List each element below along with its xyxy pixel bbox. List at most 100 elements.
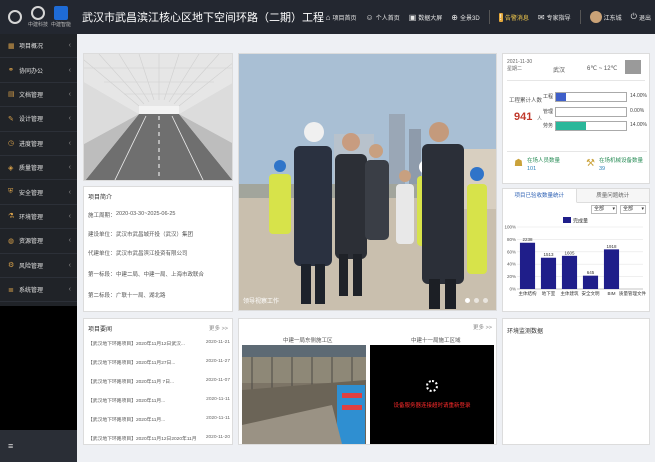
camera-frame	[242, 345, 366, 444]
news-more-link[interactable]: 更多 >>	[209, 324, 228, 332]
sidebar-item-label: 系统管理	[19, 288, 44, 295]
sidebar-toggle[interactable]: ≡	[0, 430, 77, 462]
news-item[interactable]: 【武汉地下环路项目】2020年11月... 2020-11-11	[88, 416, 230, 423]
clock-icon: ◷	[8, 140, 15, 148]
carousel-dot[interactable]	[465, 298, 470, 303]
logo-group: 中建科技 中建智能	[0, 6, 76, 28]
photo-caption: 领导视察工作	[243, 299, 280, 305]
chevron-left-icon: ‹	[68, 115, 71, 123]
sidebar-item-0[interactable]: ▦ 项目概况 ‹	[0, 34, 77, 59]
onsite-workers-stat[interactable]: ☗ 在场人员数量 101	[514, 156, 560, 172]
y-tick-label: 20%	[507, 274, 516, 279]
sidebar-item-8[interactable]: ◍ 资源管理 ‹	[0, 229, 77, 254]
filter-select-1[interactable]: 全部	[591, 205, 617, 214]
chevron-left-icon: ‹	[68, 188, 71, 196]
photo-carousel[interactable]: 领导视察工作	[238, 53, 497, 311]
bar-percent: 0.00%	[630, 108, 645, 114]
workforce-panel: 2021-11-30 星期二 武汉 6℃ ~ 12℃ 工程累计人数 941 人 …	[502, 53, 650, 184]
nav-exit[interactable]: ⏻ 退出	[631, 12, 651, 22]
sidebar-item-1[interactable]: ⚭ 协同办公 ‹	[0, 58, 77, 83]
nav-data-screen[interactable]: ▣ 数据大屏	[409, 13, 443, 22]
x-tick-label: BIM	[607, 291, 615, 296]
news-item[interactable]: 【武汉地下环路项目】2020年11月... 2020-11-11	[88, 397, 230, 404]
bar-value-label: 645	[587, 270, 595, 275]
bim-model-view[interactable]	[83, 53, 233, 181]
nav-panorama[interactable]: ⊕ 全景3D	[451, 13, 479, 22]
nav-label: 个人首页	[375, 15, 400, 22]
carousel-dot[interactable]	[483, 298, 488, 303]
nav-alerts[interactable]: ! 告警消息	[498, 12, 529, 22]
sidebar-item-label: 协同办公	[19, 68, 44, 75]
flask-icon: ⚗	[8, 213, 15, 221]
chat-icon: ✉	[537, 12, 545, 22]
camera-feed-2[interactable]: 设备服务器连接超时请重新登录	[370, 345, 494, 444]
sidebar-item-label: 文档管理	[19, 92, 44, 99]
chevron-left-icon: ‹	[68, 42, 71, 50]
workers-label: 工程累计人数	[509, 98, 543, 104]
onsite-machines-stat[interactable]: ⚒ 在场机械设备数量 39	[586, 156, 643, 172]
sidebar-item-label: 进度管理	[19, 141, 44, 148]
sidebar-item-6[interactable]: ⛨ 安全管理 ‹	[0, 180, 77, 205]
progress-fill	[556, 93, 566, 101]
top-bar: 中建科技 中建智能 武汉市武昌滨江核心区地下空间环路（二期）工程 ⌂ 项目首页 ☺…	[0, 0, 655, 34]
intro-row: 代建单位： 武汉市武昌滨江投资有限公司	[88, 249, 188, 257]
nav-project-home[interactable]: ⌂ 项目首页	[326, 13, 357, 22]
sidebar: ▦ 项目概况 ‹ ⚭ 协同办公 ‹ ▤ 文档管理 ‹ ✎ 设计管理 ‹ ◷ 进度管理 ‹ ◈ 质量管理 ‹ ⛨ 安全管…	[0, 34, 77, 462]
tab-quality-issues[interactable]: 质量问题统计	[576, 189, 649, 203]
carousel-dot[interactable]	[474, 298, 479, 303]
chart-tabs: 项目已验收数量统计 质量问题统计	[503, 189, 649, 203]
news-item[interactable]: 【武汉地下环路项目】2020年11月12日2020年11月 2020-11-20	[88, 435, 230, 442]
nav-label: 告警消息	[504, 15, 529, 22]
bar-value-label: 1605	[564, 250, 575, 255]
news-item[interactable]: 【武汉地下环路项目】2020年11月 7日... 2020-11-07	[88, 378, 230, 385]
nav-label: 退出	[638, 15, 651, 22]
news-item[interactable]: 【武汉地下环路项目】2020年11月27日... 2020-11-27	[88, 359, 230, 366]
chart-bar	[540, 257, 557, 289]
panel-title: 项目要闻	[88, 327, 113, 333]
intro-row: 建设单位： 武汉市武昌城开投（武汉）集团	[88, 230, 193, 238]
chart-bar	[519, 242, 536, 289]
user-menu[interactable]: 江东城	[589, 11, 622, 23]
tool-icon: ⚙	[8, 262, 15, 270]
sidebar-item-2[interactable]: ▤ 文档管理 ‹	[0, 83, 77, 108]
sidebar-item-5[interactable]: ◈ 质量管理 ‹	[0, 156, 77, 181]
intro-value: 2020-03-30~2025-06-25	[116, 211, 176, 217]
alert-icon: !	[498, 12, 503, 22]
x-tick-label: 主体建筑	[561, 290, 579, 297]
nav-label: 项目首页	[332, 15, 357, 22]
intro-key: 第二标段：	[88, 293, 116, 299]
weather-icon	[625, 60, 641, 74]
nav-expert[interactable]: ✉ 专家指导	[538, 13, 571, 22]
onsite-stats: ☗ 在场人员数量 101 ⚒ 在场机械设备数量 39	[507, 151, 647, 181]
chevron-left-icon: ‹	[68, 66, 71, 74]
nav-personal-home[interactable]: ☺ 个人首页	[366, 13, 400, 22]
chevron-left-icon: ‹	[68, 139, 71, 147]
tab-acceptance[interactable]: 项目已验收数量统计	[503, 189, 577, 203]
project-intro-panel: 项目简介 施工周期： 2020-03-30~2025-06-25 建设单位： 武汉市…	[83, 186, 233, 312]
sidebar-item-7[interactable]: ⚗ 环境管理 ‹	[0, 205, 77, 230]
camera-label: 中建一局东侧施工区	[283, 338, 333, 344]
video-more-link[interactable]: 更多 >>	[473, 323, 492, 331]
nav-label: 全景3D	[460, 15, 480, 22]
intro-key: 建设单位：	[88, 232, 116, 238]
app-root: 中建科技 中建智能 武汉市武昌滨江核心区地下空间环路（二期）工程 ⌂ 项目首页 ☺…	[0, 0, 655, 462]
sidebar-item-9[interactable]: ⚙ 风险管理 ‹	[0, 254, 77, 278]
cube-icon: ◈	[8, 164, 14, 172]
worker-bar-row: 工程 14.00%	[543, 92, 647, 102]
intro-value: 武汉市武昌城开投（武汉）集团	[116, 232, 194, 238]
news-item[interactable]: 【武汉地下环路项目】2020年11月12日武汉... 2020-11-21	[88, 340, 230, 347]
date-block: 2021-11-30 星期二	[507, 59, 532, 73]
camera-feed-1[interactable]	[242, 345, 366, 444]
acceptance-chart-panel: 项目已验收数量统计 质量问题统计 全部 全部 完成量 100% 80% 60% 40% 2…	[502, 188, 650, 312]
sidebar-item-3[interactable]: ✎ 设计管理 ‹	[0, 107, 77, 132]
sidebar-item-4[interactable]: ◷ 进度管理 ‹	[0, 132, 77, 156]
chart-bar	[603, 249, 620, 289]
worker-icon: ☗	[514, 158, 523, 169]
brand-logo-icon: 中建智能	[51, 6, 71, 28]
grid-icon: ▦	[8, 42, 15, 50]
loading-spinner-icon	[426, 380, 438, 392]
sidebar-item-10[interactable]: ≣ 系统管理 ‹	[0, 278, 77, 303]
bag-icon: ◍	[8, 237, 15, 245]
filter-select-2[interactable]: 全部	[620, 205, 646, 214]
x-tick-label: 安全文明	[582, 290, 600, 297]
